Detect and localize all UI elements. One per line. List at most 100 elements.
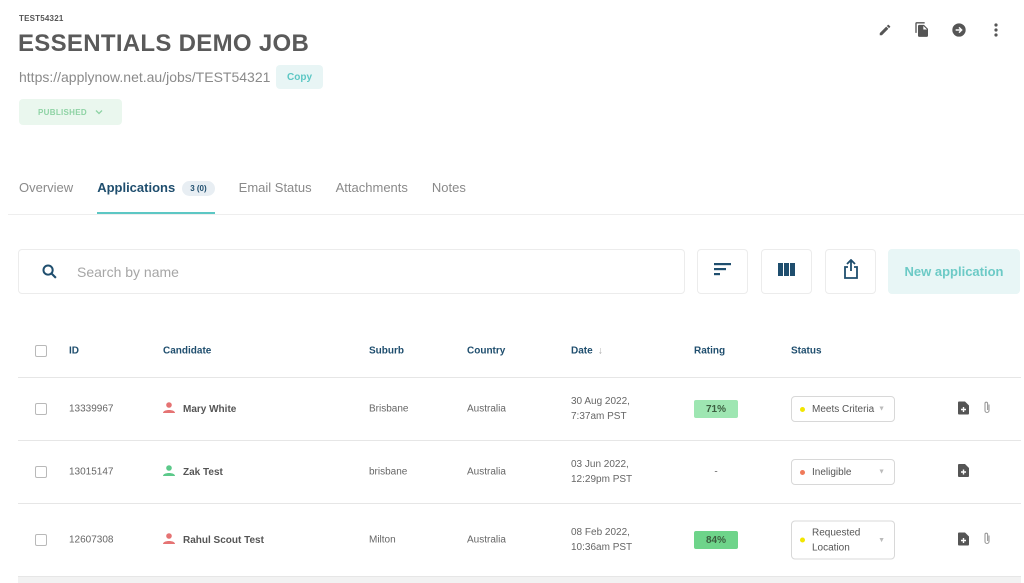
more-options-button[interactable] [977, 22, 1014, 42]
candidate-cell[interactable]: Zak Test [163, 465, 223, 479]
columns-button[interactable] [761, 249, 812, 294]
date: 30 Aug 2022, 7:37am PST [571, 394, 630, 424]
copy-url-button[interactable]: Copy [276, 65, 323, 89]
status-dot-icon [800, 406, 805, 412]
status-label-line: Requested [812, 527, 861, 538]
country: Australia [467, 403, 506, 415]
tab-overview[interactable]: Overview [19, 178, 73, 214]
caret-down-icon: ▼ [878, 468, 885, 476]
sort-arrow-down-icon: ↓ [597, 345, 603, 357]
header-status[interactable]: Status [791, 346, 822, 357]
attachment-paperclip-icon[interactable] [983, 532, 991, 549]
job-tabs: Overview Applications 3 (0) Email Status … [19, 178, 490, 214]
rating-empty: - [714, 466, 718, 478]
country: Australia [467, 534, 506, 546]
rating: - [694, 467, 738, 478]
publish-status-label: PUBLISHED [38, 107, 87, 117]
date-line: 03 Jun 2022, [571, 459, 629, 470]
tab-label: Applications [97, 180, 176, 195]
attachment-paperclip-icon[interactable] [983, 401, 991, 418]
candidate-cell[interactable]: Rahul Scout Test [163, 533, 264, 547]
row-checkbox[interactable] [35, 466, 47, 478]
suburb: brisbane [369, 466, 408, 478]
country: Australia [467, 466, 506, 478]
rating: 71% [694, 400, 738, 418]
rating-badge: 71% [694, 400, 738, 418]
candidate-name: Rahul Scout Test [183, 534, 264, 546]
header-rating[interactable]: Rating [694, 346, 725, 357]
row-checkbox[interactable] [35, 403, 47, 415]
columns-icon [778, 262, 795, 281]
application-id: 13015147 [69, 466, 114, 478]
tab-label: Attachments [335, 180, 408, 195]
table-row[interactable]: 12607308 Rahul Scout Test Milton Austral… [18, 504, 1021, 577]
go-button[interactable] [940, 22, 977, 42]
more-vertical-icon [993, 22, 998, 42]
status-dot-icon [800, 469, 805, 475]
job-title: ESSENTIALS DEMO JOB [18, 30, 310, 57]
rating: 84% [694, 531, 738, 549]
status-dropdown[interactable]: Ineligible ▼ [791, 459, 895, 485]
candidate-cell[interactable]: Mary White [163, 402, 236, 416]
row-checkbox[interactable] [35, 534, 47, 546]
rating-badge: 84% [694, 531, 738, 549]
tab-label: Notes [431, 180, 466, 195]
tab-notes[interactable]: Notes [432, 178, 466, 214]
tab-email-status[interactable]: Email Status [239, 178, 312, 214]
status-dot-icon [800, 537, 805, 543]
status-dropdown[interactable]: Requested Location ▼ [791, 520, 895, 560]
status-label: Ineligible [812, 466, 852, 478]
add-document-icon[interactable] [958, 401, 969, 417]
date: 08 Feb 2022, 10:36am PST [571, 525, 632, 555]
tab-attachments[interactable]: Attachments [336, 178, 408, 214]
search-box [18, 249, 685, 294]
header-country[interactable]: Country [467, 346, 505, 357]
sort-icon [713, 262, 732, 281]
edit-button[interactable] [866, 22, 903, 42]
table-row[interactable]: 13015147 Zak Test brisbane Australia 03 … [18, 441, 1021, 504]
tab-label: Overview [19, 180, 74, 195]
application-id: 13339967 [69, 403, 114, 415]
duplicate-button[interactable] [903, 22, 940, 42]
status-label: Requested Location [812, 525, 860, 555]
header-date[interactable]: Date ↓ [571, 344, 603, 359]
status-dropdown[interactable]: Meets Criteria ▼ [791, 396, 895, 422]
date: 03 Jun 2022, 12:29pm PST [571, 457, 632, 487]
table-header-row: ID Candidate Suburb Country Date ↓ Rating… [18, 325, 1021, 378]
table-row[interactable]: 13339967 Mary White Brisbane Australia 3… [18, 378, 1021, 441]
candidate-name: Zak Test [183, 466, 223, 478]
table-footer-bar [18, 577, 1021, 583]
time-line: 7:37am PST [571, 411, 627, 422]
status-cell: Ineligible ▼ [791, 459, 895, 485]
status-label: Meets Criteria [812, 403, 875, 415]
header-candidate[interactable]: Candidate [163, 346, 211, 357]
applications-table: ID Candidate Suburb Country Date ↓ Rating… [18, 325, 1021, 577]
header-date-label: Date [571, 345, 593, 357]
status-cell: Requested Location ▼ [791, 520, 895, 560]
sort-button[interactable] [697, 249, 748, 294]
add-document-icon[interactable] [958, 532, 969, 548]
status-cell: Meets Criteria ▼ [791, 396, 895, 422]
search-input[interactable] [77, 263, 637, 280]
row-actions [958, 464, 969, 480]
suburb: Brisbane [369, 403, 409, 415]
publish-status-dropdown[interactable]: PUBLISHED [19, 99, 122, 125]
add-document-icon[interactable] [958, 464, 969, 480]
person-icon [163, 402, 175, 416]
duplicate-icon [914, 21, 930, 43]
header-suburb[interactable]: Suburb [369, 346, 404, 357]
date-line: 30 Aug 2022, [571, 396, 630, 407]
caret-down-icon: ▼ [878, 536, 885, 544]
select-all-checkbox[interactable] [35, 345, 47, 357]
edit-icon [878, 23, 892, 42]
new-application-button[interactable]: New application [888, 249, 1020, 294]
tab-label: Email Status [238, 180, 312, 195]
application-id: 12607308 [69, 534, 114, 546]
time-line: 12:29pm PST [571, 474, 633, 485]
search-icon [41, 263, 61, 280]
tab-applications[interactable]: Applications 3 (0) [97, 178, 216, 214]
header-id[interactable]: ID [69, 346, 79, 357]
date-line: 08 Feb 2022, [571, 527, 630, 538]
share-export-icon [843, 258, 859, 284]
export-button[interactable] [825, 249, 876, 294]
